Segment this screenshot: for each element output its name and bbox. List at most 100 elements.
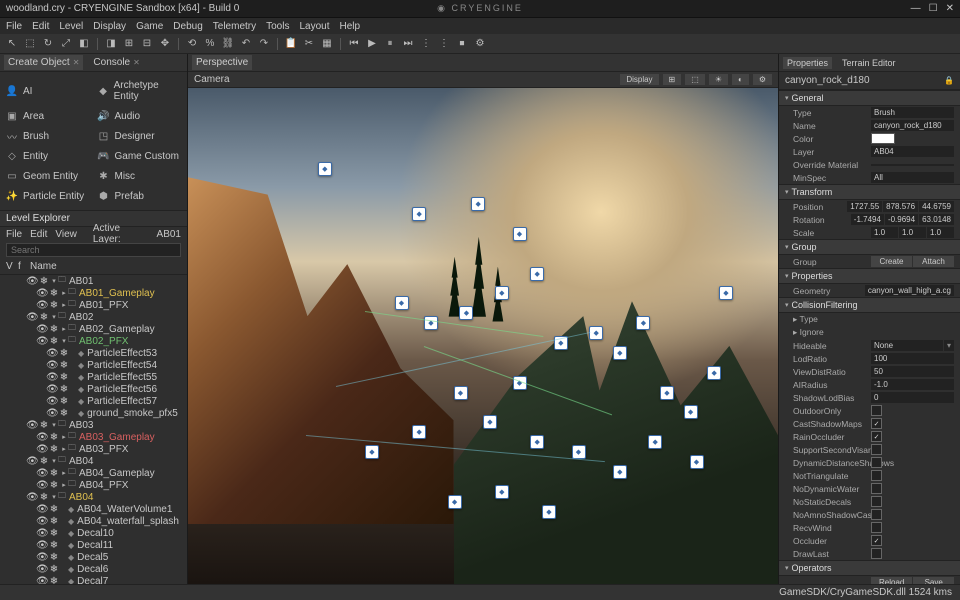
tree-folder[interactable]: 👁❄▸🗀AB02_Gameplay <box>0 323 187 335</box>
tree-folder[interactable]: 👁❄▸🗀AB04_Gameplay <box>0 467 187 479</box>
entity-gizmo[interactable]: ◆ <box>660 386 674 400</box>
viewport-3d[interactable]: ◆◆◆◆◆◆◆◆◆◆◆◆◆◆◆◆◆◆◆◆◆◆◆◆◆◆◆◆◆◆ <box>188 88 778 584</box>
create-audio[interactable]: 🔊Audio <box>98 108 182 124</box>
toolbar-button[interactable]: ↶ <box>238 36 254 52</box>
menu-display[interactable]: Display <box>93 21 126 32</box>
value-field[interactable]: 1.0 <box>871 227 898 238</box>
toolbar-button[interactable]: ⋮ <box>418 36 434 52</box>
create-brush[interactable]: 〰Brush <box>6 128 90 144</box>
entity-gizmo[interactable]: ◆ <box>648 435 662 449</box>
entity-gizmo[interactable]: ◆ <box>318 162 332 176</box>
create-area[interactable]: ▣Area <box>6 108 90 124</box>
tree-folder[interactable]: 👁❄▾🗀AB04 <box>0 455 187 467</box>
button-create[interactable]: Create <box>871 256 912 267</box>
value-field[interactable]: 0 <box>871 392 954 403</box>
checkbox[interactable] <box>871 496 882 507</box>
tree-folder[interactable]: 👁❄▸🗀AB03_PFX <box>0 443 187 455</box>
toolbar-button[interactable]: ⛓ <box>220 36 236 52</box>
menu-view[interactable]: View <box>55 229 77 240</box>
menu-tools[interactable]: Tools <box>266 21 289 32</box>
menu-file[interactable]: File <box>6 229 22 240</box>
section-collisionfiltering[interactable]: CollisionFiltering <box>779 297 960 313</box>
tree-entity[interactable]: 👁❄◆Decal6 <box>0 563 187 575</box>
checkbox[interactable]: ✓ <box>871 431 882 442</box>
toolbar-button[interactable]: ▶ <box>364 36 380 52</box>
tree-entity[interactable]: 👁❄◆ParticleEffect57 <box>0 395 187 407</box>
toolbar-button[interactable]: 📋 <box>283 36 299 52</box>
value-field[interactable]: -1.7494 <box>851 214 884 225</box>
toolbar-button[interactable]: ⏮ <box>346 36 362 52</box>
lock-icon[interactable]: 🔒 <box>944 76 954 85</box>
viewport-tool-icon[interactable]: ⊞ <box>663 74 682 85</box>
value-field[interactable]: 1.0 <box>899 227 926 238</box>
checkbox[interactable] <box>871 548 882 559</box>
toolbar-button[interactable]: ✥ <box>157 36 173 52</box>
checkbox[interactable]: ✓ <box>871 418 882 429</box>
checkbox[interactable] <box>871 444 882 455</box>
tab-terrain-editor[interactable]: Terrain Editor <box>838 57 900 69</box>
menu-edit[interactable]: Edit <box>32 21 49 32</box>
value-field[interactable]: 100 <box>871 353 954 364</box>
entity-gizmo[interactable]: ◆ <box>395 296 409 310</box>
entity-gizmo[interactable]: ◆ <box>542 505 556 519</box>
value-field[interactable]: 1727.55 <box>847 201 882 212</box>
button-save-cgf[interactable]: Save CGF <box>913 577 954 584</box>
create-archetype-entity[interactable]: ◆Archetype Entity <box>98 78 182 104</box>
value-field[interactable]: Brush <box>871 107 954 118</box>
entity-gizmo[interactable]: ◆ <box>459 306 473 320</box>
create-ai[interactable]: 👤AI <box>6 78 90 104</box>
checkbox[interactable] <box>871 483 882 494</box>
tab-properties[interactable]: Properties <box>783 57 832 69</box>
toolbar-button[interactable]: ◨ <box>103 36 119 52</box>
entity-gizmo[interactable]: ◆ <box>495 485 509 499</box>
checkbox[interactable] <box>871 405 882 416</box>
value-field[interactable]: canyon_wall_high_a.cg <box>865 285 954 296</box>
menu-game[interactable]: Game <box>136 21 163 32</box>
value-field[interactable]: -1.0 <box>871 379 954 390</box>
toolbar-button[interactable]: ⊞ <box>121 36 137 52</box>
tree-entity[interactable]: 👁❄◆ParticleEffect53 <box>0 347 187 359</box>
value-field[interactable]: 1.0 <box>927 227 954 238</box>
entity-gizmo[interactable]: ◆ <box>613 346 627 360</box>
maximize-button[interactable]: ☐ <box>929 3 938 14</box>
properties-body[interactable]: GeneralTypeBrushNamecanyon_rock_d180Colo… <box>779 90 960 584</box>
toolbar-button[interactable]: ↷ <box>256 36 272 52</box>
display-button[interactable]: Display <box>620 74 658 85</box>
section-properties[interactable]: Properties <box>779 268 960 284</box>
viewport-tool-icon[interactable]: ☀ <box>709 74 728 85</box>
toolbar-button[interactable]: ↻ <box>40 36 56 52</box>
tree-folder[interactable]: 👁❄▾🗀AB02 <box>0 311 187 323</box>
active-layer-value[interactable]: AB01 <box>157 229 181 240</box>
value-field[interactable]: -0.9694 <box>885 214 918 225</box>
tree-folder[interactable]: 👁❄▾🗀AB02_PFX <box>0 335 187 347</box>
value-field[interactable]: AB04 <box>871 146 954 157</box>
checkbox[interactable] <box>871 509 882 520</box>
entity-gizmo[interactable]: ◆ <box>513 227 527 241</box>
value-field[interactable]: 50 <box>871 366 954 377</box>
tree-entity[interactable]: 👁❄◆ParticleEffect56 <box>0 383 187 395</box>
checkbox[interactable] <box>871 470 882 481</box>
tree-entity[interactable]: 👁❄◆ground_smoke_pfx5 <box>0 407 187 419</box>
viewport-tool-icon[interactable]: ◐ <box>732 74 749 85</box>
checkbox[interactable]: ✓ <box>871 535 882 546</box>
entity-gizmo[interactable]: ◆ <box>690 455 704 469</box>
toolbar-button[interactable]: ⏸ <box>382 36 398 52</box>
entity-gizmo[interactable]: ◆ <box>412 425 426 439</box>
value-field[interactable]: All <box>871 172 954 183</box>
value-field[interactable] <box>871 164 954 166</box>
tree-folder[interactable]: 👁❄▾🗀AB01 <box>0 275 187 287</box>
tab-console[interactable]: Console✕ <box>89 55 143 70</box>
tree-entity[interactable]: 👁❄◆AB04_waterfall_splash <box>0 515 187 527</box>
checkbox[interactable] <box>871 522 882 533</box>
entity-gizmo[interactable]: ◆ <box>483 415 497 429</box>
create-prefab[interactable]: ⬢Prefab <box>98 188 182 204</box>
tab-create-object[interactable]: Create Object✕ <box>4 55 83 70</box>
close-icon[interactable]: ✕ <box>73 58 80 67</box>
toolbar-button[interactable]: ↖ <box>4 36 20 52</box>
checkbox[interactable] <box>871 457 882 468</box>
section-operators[interactable]: Operators <box>779 560 960 576</box>
button-attach[interactable]: Attach <box>913 256 954 267</box>
entity-gizmo[interactable]: ◆ <box>613 465 627 479</box>
entity-gizmo[interactable]: ◆ <box>707 366 721 380</box>
toolbar-button[interactable]: ⬚ <box>22 36 38 52</box>
